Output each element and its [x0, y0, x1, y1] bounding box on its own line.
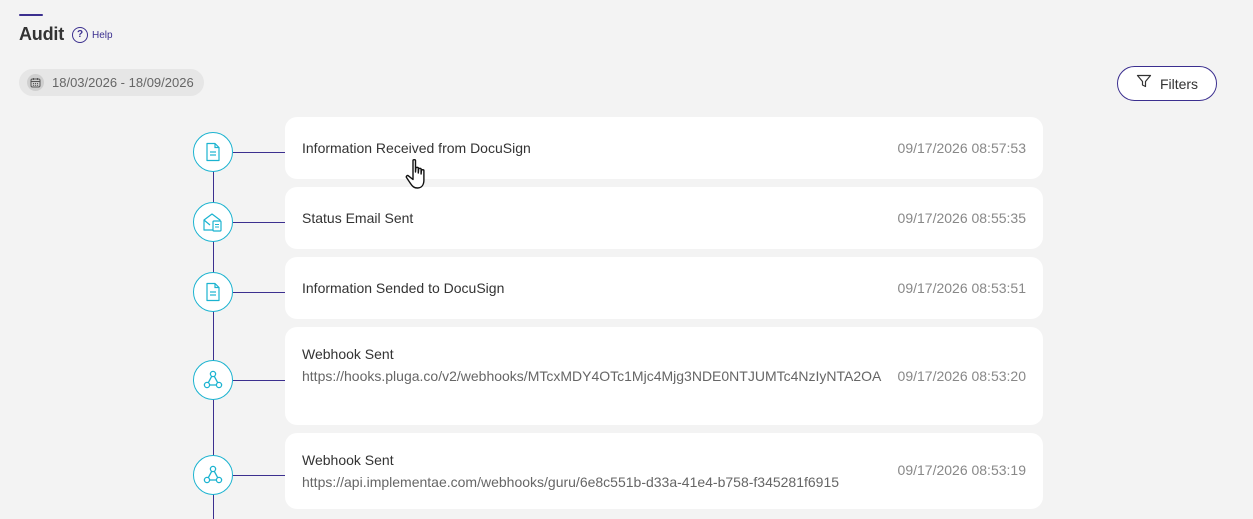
- webhook-icon: [193, 455, 233, 495]
- event-timestamp: 09/17/2026 08:57:53: [897, 140, 1026, 156]
- event-title: Webhook Sent: [302, 346, 394, 362]
- title-accent-bar: [19, 14, 43, 16]
- document-icon: [193, 272, 233, 312]
- timeline-connector: [233, 152, 285, 153]
- event-timestamp: 09/17/2026 08:53:20: [897, 368, 1026, 384]
- timeline-connector: [233, 380, 285, 381]
- help-link[interactable]: ? Help: [72, 27, 113, 43]
- webhook-icon: [193, 360, 233, 400]
- date-range-chip[interactable]: 18/03/2026 - 18/09/2026: [19, 69, 204, 96]
- page-title: Audit: [19, 24, 64, 44]
- calendar-icon: [27, 74, 44, 91]
- timeline-connector: [233, 475, 285, 476]
- audit-event-card[interactable]: Status Email Sent 09/17/2026 08:55:35: [285, 187, 1043, 249]
- event-title: Information Received from DocuSign: [302, 140, 531, 156]
- audit-event-card[interactable]: Information Sended to DocuSign 09/17/202…: [285, 257, 1043, 319]
- filters-button[interactable]: Filters: [1117, 66, 1217, 101]
- event-timestamp: 09/17/2026 08:53:51: [897, 280, 1026, 296]
- filters-label: Filters: [1159, 75, 1199, 92]
- event-title: Status Email Sent: [302, 210, 414, 226]
- event-url: https://hooks.pluga.co/v2/webhooks/MTcxM…: [302, 368, 882, 384]
- event-timestamp: 09/17/2026 08:55:35: [897, 210, 1026, 226]
- date-range-label: 18/03/2026 - 18/09/2026: [52, 75, 194, 90]
- audit-event-card[interactable]: Information Received from DocuSign 09/17…: [285, 117, 1043, 179]
- help-label: Help: [92, 29, 113, 41]
- event-title: Webhook Sent: [302, 452, 394, 468]
- timeline-connector: [233, 222, 285, 223]
- document-icon: [193, 132, 233, 172]
- email-open-icon: [193, 202, 233, 242]
- audit-event-card[interactable]: Webhook Sent https://api.implementae.com…: [285, 433, 1043, 509]
- audit-event-card[interactable]: Webhook Sent https://hooks.pluga.co/v2/w…: [285, 327, 1043, 425]
- question-circle-icon: ?: [72, 27, 88, 43]
- filter-funnel-icon: [1136, 73, 1152, 94]
- timeline-connector: [233, 292, 285, 293]
- event-url: https://api.implementae.com/webhooks/gur…: [302, 474, 840, 490]
- event-title: Information Sended to DocuSign: [302, 280, 505, 296]
- event-timestamp: 09/17/2026 08:53:19: [897, 462, 1026, 478]
